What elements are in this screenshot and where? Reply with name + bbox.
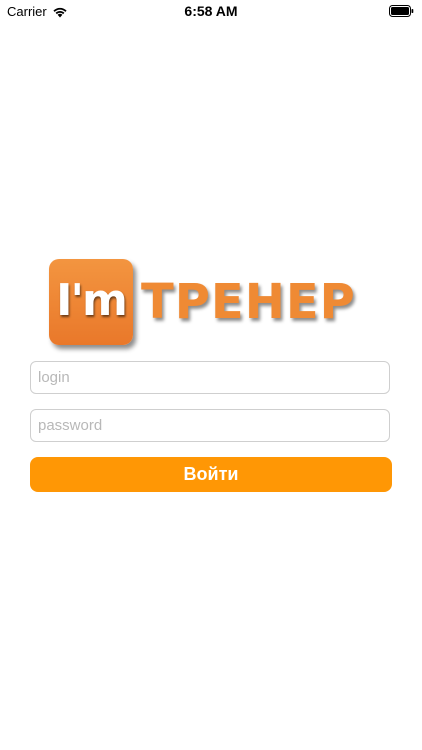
login-screen: Carrier 6:58 AM I'm ТРЕНЕР Войти xyxy=(0,0,422,750)
status-time: 6:58 AM xyxy=(184,3,238,19)
password-input[interactable] xyxy=(30,409,390,442)
app-logo: I'm ТРЕНЕР xyxy=(49,259,373,345)
login-button[interactable]: Войти xyxy=(30,457,392,492)
logo-wordmark: ТРЕНЕР xyxy=(141,274,356,330)
logo-badge-text: I'm xyxy=(56,275,128,326)
battery-icon xyxy=(389,5,414,17)
status-bar: Carrier 6:58 AM xyxy=(0,0,422,22)
login-input[interactable] xyxy=(30,361,390,394)
